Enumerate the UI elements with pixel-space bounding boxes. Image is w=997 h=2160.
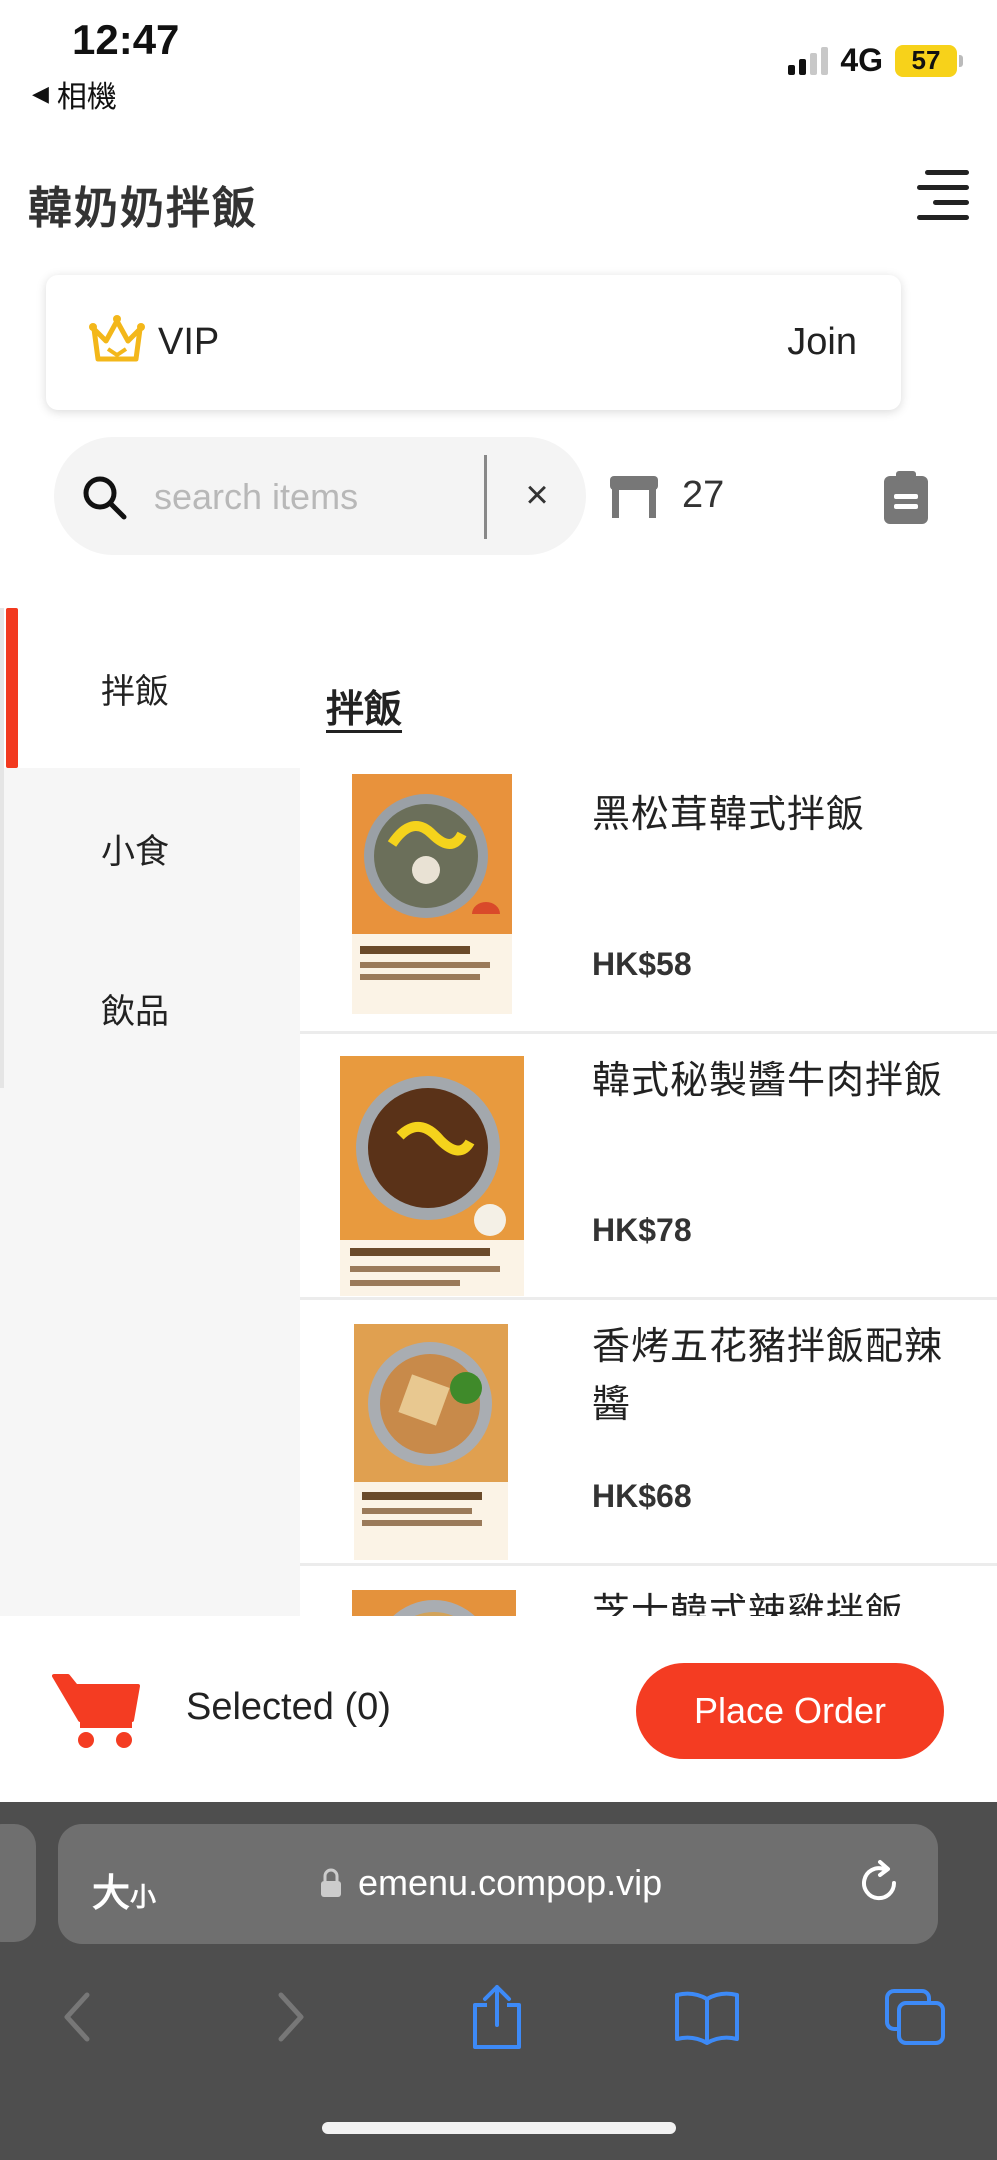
menu-item[interactable]: 芝士韓式辣雞拌飯: [300, 1566, 997, 1616]
store-title: 韓奶奶拌飯: [28, 184, 258, 233]
search-divider: [484, 455, 487, 539]
previous-tab-preview[interactable]: [0, 1824, 36, 1942]
status-indicators: 4G 57: [788, 42, 963, 79]
category-sidebar: 拌飯 小食 飲品: [0, 608, 300, 1616]
item-name: 黑松茸韓式拌飯: [592, 794, 866, 836]
category-label: 拌飯: [101, 672, 169, 711]
vip-card[interactable]: VIP Join: [46, 275, 901, 410]
menu-item[interactable]: 黑松茸韓式拌飯 HK$58: [300, 768, 997, 1034]
menu-item[interactable]: 香烤五花豬拌飯配辣醬 HK$68: [300, 1300, 997, 1566]
reload-icon[interactable]: [854, 1858, 904, 1908]
category-rice-bowl[interactable]: 拌飯: [0, 608, 300, 768]
item-photo: [340, 1056, 524, 1296]
forward-nav-icon[interactable]: [256, 1982, 326, 2052]
item-price: HK$68: [592, 1478, 692, 1514]
category-label: 飲品: [101, 992, 169, 1031]
item-price: HK$78: [592, 1212, 692, 1248]
shopping-cart-icon[interactable]: [52, 1670, 144, 1750]
battery-level: 57: [911, 45, 941, 75]
category-snacks[interactable]: 小食: [0, 768, 300, 928]
bookmarks-icon[interactable]: [672, 1982, 742, 2052]
lock-icon: [321, 1868, 341, 1897]
place-order-button[interactable]: Place Order: [636, 1663, 944, 1759]
vip-join-button[interactable]: Join: [787, 321, 857, 364]
back-nav-icon[interactable]: [42, 1982, 112, 2052]
home-indicator: [322, 2122, 676, 2134]
battery-icon: 57: [895, 44, 963, 77]
category-drinks[interactable]: 飲品: [0, 928, 300, 1088]
network-type: 4G: [840, 42, 883, 78]
app-header: 韓奶奶拌飯: [0, 150, 997, 240]
tabs-icon[interactable]: [880, 1982, 950, 2052]
table-icon: [610, 476, 658, 518]
back-to-camera-link[interactable]: ◀ 相機: [32, 72, 117, 116]
clear-search-button[interactable]: ×: [509, 467, 565, 523]
order-list-clipboard-icon[interactable]: [882, 470, 930, 526]
search-icon: [83, 476, 127, 520]
category-label: 小食: [101, 832, 169, 871]
item-name: 韓式秘製醬牛肉拌飯: [592, 1060, 944, 1102]
menu-item[interactable]: 韓式秘製醬牛肉拌飯 HK$78: [300, 1034, 997, 1300]
item-photo: [354, 1324, 508, 1560]
order-bar: Selected (0) Place Order: [0, 1616, 997, 1802]
active-category-indicator: [6, 608, 18, 768]
search-box: ×: [54, 437, 586, 555]
text-size-large: 大: [92, 1873, 131, 1915]
cellular-signal-icon: [788, 46, 829, 75]
search-input[interactable]: [154, 467, 514, 527]
item-name: 香烤五花豬拌飯配辣醬: [592, 1326, 944, 1426]
table-number: 27: [682, 474, 725, 516]
item-photo: [352, 1590, 516, 1616]
url-text: emenu.compop.vip: [358, 1862, 663, 1903]
vip-label: VIP: [158, 321, 220, 363]
sidebar-edge: [0, 608, 4, 1088]
hamburger-menu-button[interactable]: [915, 170, 969, 220]
browser-toolbar: 大小 emenu.compop.vip: [0, 1802, 997, 2160]
back-label: 相機: [56, 81, 117, 114]
address-bar[interactable]: 大小 emenu.compop.vip: [58, 1824, 938, 1944]
back-triangle-icon: ◀: [32, 81, 49, 106]
share-icon[interactable]: [462, 1982, 532, 2052]
item-photo: [352, 774, 512, 1014]
menu-item-list: 拌飯 黑松茸韓式拌飯 HK$58 韓式秘製醬牛肉拌飯 HK$78 香烤五花豬拌飯…: [300, 608, 997, 1616]
browser-nav-row: [0, 1972, 997, 2072]
section-title: 拌飯: [326, 689, 403, 731]
status-time: 12:47: [72, 16, 180, 63]
item-name: 芝士韓式辣雞拌飯: [592, 1592, 905, 1616]
crown-icon: [89, 315, 145, 362]
text-size-small: 小: [130, 1882, 157, 1912]
item-price: HK$58: [592, 946, 692, 982]
text-size-button[interactable]: 大小: [92, 1862, 156, 1917]
selected-count: Selected (0): [186, 1686, 391, 1728]
status-bar: 12:47 ◀ 相機 4G 57: [0, 0, 997, 114]
